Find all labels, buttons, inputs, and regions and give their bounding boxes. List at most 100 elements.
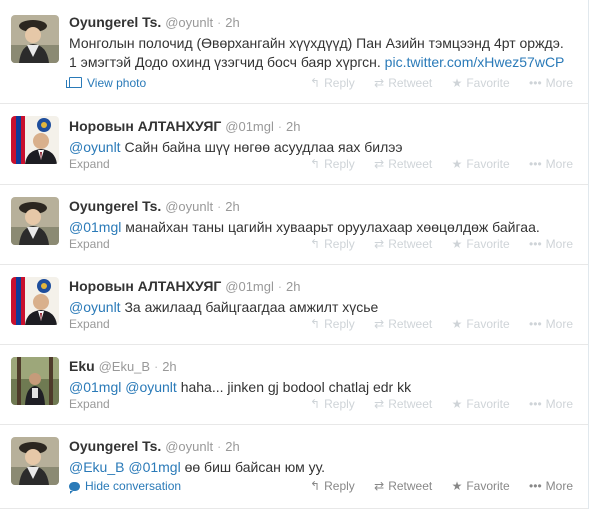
timestamp[interactable]: 2h: [225, 15, 239, 30]
more-button[interactable]: ••• More: [529, 76, 573, 90]
avatar[interactable]: [11, 357, 59, 405]
username[interactable]: @Eku_B: [99, 359, 151, 374]
separator-dot: ·: [277, 119, 283, 134]
reply-arrow-icon: ↰: [310, 237, 321, 251]
more-button[interactable]: ••• More: [529, 397, 573, 411]
timestamp[interactable]: 2h: [162, 359, 176, 374]
avatar[interactable]: [11, 116, 59, 164]
more-label: More: [545, 157, 573, 171]
tweet-header: Oyungerel Ts. @oyunlt · 2h: [69, 13, 578, 32]
star-icon: ★: [451, 317, 463, 331]
username[interactable]: @oyunlt: [165, 439, 213, 454]
retweet-label: Retweet: [388, 397, 433, 411]
tweet-item[interactable]: Eku @Eku_B · 2h @01mgl @oyunlt haha... j…: [0, 345, 588, 425]
reply-label: Reply: [324, 157, 355, 171]
retweet-button[interactable]: ⇄ Retweet: [374, 397, 432, 411]
timestamp[interactable]: 2h: [286, 119, 300, 134]
fullname[interactable]: Oyungerel Ts.: [69, 14, 161, 30]
avatar[interactable]: [11, 15, 59, 63]
timestamp[interactable]: 2h: [286, 279, 300, 294]
mention-link[interactable]: @Eku_B: [69, 459, 124, 475]
favorite-button[interactable]: ★ Favorite: [452, 237, 510, 251]
tweet-text: @oyunlt За ажилаад байцгаагдаа амжилт хү…: [69, 298, 578, 317]
retweet-button[interactable]: ⇄ Retweet: [374, 317, 432, 331]
tweet-text-segment: манайхан таны цагийн хуваарьт оруулахаар…: [121, 219, 540, 235]
photo-link[interactable]: pic.twitter.com/xHwez57wCP: [385, 54, 565, 70]
more-button[interactable]: ••• More: [529, 479, 573, 493]
expand-button[interactable]: Expand: [69, 317, 110, 331]
favorite-button[interactable]: ★ Favorite: [452, 317, 510, 331]
more-button[interactable]: ••• More: [529, 317, 573, 331]
tweet-actions: ↰ Reply ⇄ Retweet ★ Favorite ••• More: [294, 157, 573, 171]
mention-link[interactable]: @01mgl: [69, 219, 121, 235]
reply-button[interactable]: ↰ Reply: [310, 397, 355, 411]
separator-dot: ·: [217, 199, 222, 214]
username[interactable]: @oyunlt: [165, 199, 213, 214]
more-label: More: [545, 479, 573, 493]
tweet-text-line: Монголын полочид (Өвөрхангайн хүүхдүүд) …: [69, 35, 564, 51]
tweet-item[interactable]: Норовын АЛТАНХУЯГ @01mgl · 2h @oyunlt Са…: [0, 104, 588, 185]
tweet-text-line: 1 эмэгтэй Додо охинд үзэгчид босч баяр х…: [69, 53, 578, 72]
reply-button[interactable]: ↰ Reply: [310, 237, 355, 251]
username[interactable]: @01mgl: [225, 119, 274, 134]
retweet-button[interactable]: ⇄ Retweet: [374, 479, 432, 493]
tweet-actions: ↰ Reply ⇄ Retweet ★ Favorite ••• More: [294, 317, 573, 331]
photo-icon: [66, 77, 82, 88]
favorite-label: Favorite: [466, 157, 510, 171]
mention-link[interactable]: @oyunlt: [125, 379, 177, 395]
view-photo-button[interactable]: View photo: [66, 76, 147, 90]
avatar[interactable]: [11, 437, 59, 485]
username[interactable]: @oyunlt: [165, 15, 213, 30]
timestamp[interactable]: 2h: [225, 439, 239, 454]
username[interactable]: @01mgl: [225, 279, 274, 294]
retweet-button[interactable]: ⇄ Retweet: [374, 237, 432, 251]
star-icon: ★: [451, 157, 463, 171]
avatar[interactable]: [11, 277, 59, 325]
favorite-button[interactable]: ★ Favorite: [452, 157, 510, 171]
tweet-header: Eku @Eku_B · 2h: [69, 357, 578, 376]
fullname[interactable]: Норовын АЛТАНХУЯГ: [69, 278, 221, 294]
tweet-item[interactable]: Норовын АЛТАНХУЯГ @01mgl · 2h @oyunlt За…: [0, 265, 588, 345]
reply-button[interactable]: ↰ Reply: [310, 76, 355, 90]
retweet-button[interactable]: ⇄ Retweet: [374, 157, 432, 171]
hide-conversation-button[interactable]: Hide conversation: [69, 479, 181, 494]
favorite-button[interactable]: ★ Favorite: [452, 479, 510, 493]
reply-button[interactable]: ↰ Reply: [310, 157, 355, 171]
mention-link[interactable]: @oyunlt: [69, 139, 121, 155]
tweet-text: Монголын полочид (Өвөрхангайн хүүхдүүд) …: [69, 34, 578, 72]
reply-button[interactable]: ↰ Reply: [310, 317, 355, 331]
tweet-content: Oyungerel Ts. @oyunlt · 2h @Eku_B @01mgl…: [69, 437, 578, 477]
star-icon: ★: [451, 237, 463, 251]
retweet-icon: ⇄: [374, 317, 385, 331]
expand-button[interactable]: Expand: [69, 397, 110, 411]
fullname[interactable]: Eku: [69, 358, 95, 374]
mention-link[interactable]: @01mgl: [128, 459, 180, 475]
more-button[interactable]: ••• More: [529, 237, 573, 251]
tweet-content: Eku @Eku_B · 2h @01mgl @oyunlt haha... j…: [69, 357, 578, 397]
expand-button[interactable]: Expand: [69, 237, 110, 251]
view-photo-label: View photo: [87, 76, 147, 90]
expand-button[interactable]: Expand: [69, 157, 110, 171]
more-label: More: [545, 397, 573, 411]
retweet-icon: ⇄: [374, 479, 385, 493]
favorite-button[interactable]: ★ Favorite: [452, 76, 510, 90]
separator-dot: ·: [277, 279, 283, 294]
fullname[interactable]: Oyungerel Ts.: [69, 438, 161, 454]
retweet-icon: ⇄: [374, 397, 385, 411]
fullname[interactable]: Норовын АЛТАНХУЯГ: [69, 118, 221, 134]
favorite-button[interactable]: ★ Favorite: [452, 397, 510, 411]
more-button[interactable]: ••• More: [529, 157, 573, 171]
tweet-item[interactable]: Oyungerel Ts. @oyunlt · 2h @Eku_B @01mgl…: [0, 425, 588, 509]
reply-label: Reply: [324, 397, 355, 411]
more-dots-icon: •••: [529, 479, 542, 493]
timestamp[interactable]: 2h: [225, 199, 239, 214]
retweet-button[interactable]: ⇄ Retweet: [374, 76, 432, 90]
mention-link[interactable]: @oyunlt: [69, 299, 121, 315]
fullname[interactable]: Oyungerel Ts.: [69, 198, 161, 214]
reply-button[interactable]: ↰ Reply: [310, 479, 355, 493]
mention-link[interactable]: @01mgl: [69, 379, 121, 395]
tweet-item[interactable]: Oyungerel Ts. @oyunlt · 2h Монголын поло…: [0, 0, 588, 104]
avatar[interactable]: [11, 197, 59, 245]
tweet-content: Норовын АЛТАНХУЯГ @01mgl · 2h @oyunlt За…: [69, 277, 578, 317]
tweet-item[interactable]: Oyungerel Ts. @oyunlt · 2h @01mgl манайх…: [0, 185, 588, 265]
